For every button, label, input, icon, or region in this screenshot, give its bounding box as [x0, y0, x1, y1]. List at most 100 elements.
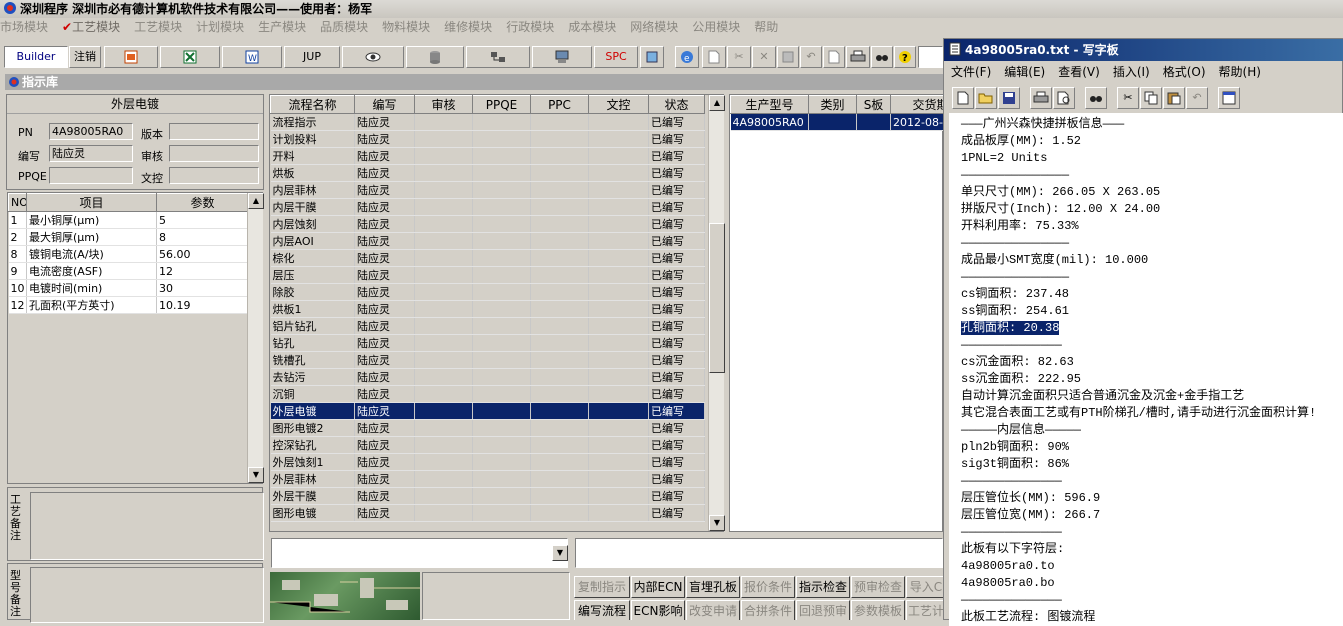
process-note-field[interactable]: [30, 492, 264, 560]
dropdown-arrow-icon[interactable]: ▼: [552, 545, 568, 561]
params-row[interactable]: 2 最大铜厚(μm) 8: [8, 228, 249, 246]
printer-icon[interactable]: [1030, 87, 1052, 109]
orders-header-cell[interactable]: S板: [856, 95, 891, 114]
notepad-menu-item[interactable]: 插入(I): [1113, 65, 1150, 79]
flow-row[interactable]: 内层菲林 陆应灵 已编写: [270, 181, 705, 199]
flow-header-cell[interactable]: 状态: [648, 95, 705, 114]
action-button[interactable]: 内部ECN: [631, 576, 685, 598]
copy-icon[interactable]: [1140, 87, 1162, 109]
orders-header-cell[interactable]: 生产型号: [730, 95, 809, 114]
notepad-menu-item[interactable]: 文件(F): [951, 65, 991, 79]
save-icon[interactable]: [777, 46, 799, 68]
logout-button[interactable]: 注销: [69, 46, 101, 68]
cut-icon[interactable]: ✂: [727, 46, 751, 68]
menu-item-12[interactable]: 帮助: [754, 18, 778, 37]
flow-row[interactable]: 沉铜 陆应灵 已编写: [270, 385, 705, 403]
binoculars-icon[interactable]: [1085, 87, 1107, 109]
flow-row[interactable]: 内层AOI 陆应灵 已编写: [270, 232, 705, 250]
action-button[interactable]: 预审检查: [851, 576, 905, 598]
menu-item-8[interactable]: 行政模块: [506, 18, 554, 37]
model-note-field[interactable]: [30, 567, 264, 623]
menu-item-11[interactable]: 公用模块: [692, 18, 740, 37]
flow-row[interactable]: 内层蚀刻 陆应灵 已编写: [270, 215, 705, 233]
eye-icon[interactable]: [342, 46, 404, 68]
review-field[interactable]: [169, 145, 259, 162]
action-button[interactable]: 报价条件: [741, 576, 795, 598]
help-icon[interactable]: ?: [894, 46, 916, 68]
notepad-menu-item[interactable]: 查看(V): [1058, 65, 1100, 79]
action-button[interactable]: 指示检查: [796, 576, 850, 598]
menu-item-1[interactable]: ✔ 工艺模块: [62, 18, 120, 37]
action-button[interactable]: 复制指示: [574, 576, 630, 598]
flow-row[interactable]: 图形电镀 陆应灵 已编写: [270, 504, 705, 522]
params-header-value[interactable]: 参数: [156, 193, 249, 212]
computer-icon[interactable]: [532, 46, 592, 68]
print-preview-icon[interactable]: [1053, 87, 1075, 109]
notepad-document[interactable]: ———广州兴森快捷拼板信息——— 成品板厚(MM): 1.52 1PNL=2 Uni…: [949, 113, 1343, 626]
flow-row[interactable]: 除胶 陆应灵 已编写: [270, 283, 705, 301]
filter-field[interactable]: [575, 538, 943, 568]
toolbar-field[interactable]: [918, 46, 943, 68]
tool-icon[interactable]: [640, 46, 664, 68]
jup-button[interactable]: JUP: [284, 46, 340, 68]
action-button[interactable]: 导入C: [906, 576, 943, 598]
undo-arrow-icon[interactable]: ↶: [1186, 87, 1208, 109]
flow-row[interactable]: 计划投料 陆应灵 已编写: [270, 130, 705, 148]
flow-row[interactable]: 控深钻孔 陆应灵 已编写: [270, 436, 705, 454]
params-row[interactable]: 12 孔面积(平方英寸) 10.19: [8, 296, 249, 314]
params-header-item[interactable]: 项目: [26, 193, 157, 212]
menu-item-0[interactable]: 市场模块: [0, 18, 48, 37]
flow-header-cell[interactable]: 审核: [414, 95, 473, 114]
database-icon[interactable]: [406, 46, 464, 68]
notepad-menu-item[interactable]: 帮助(H): [1219, 65, 1261, 79]
flow-row[interactable]: 外层菲林 陆应灵 已编写: [270, 470, 705, 488]
version-field[interactable]: [169, 123, 259, 140]
save-disk-icon[interactable]: [998, 87, 1020, 109]
orders-header-cell[interactable]: 类别: [808, 95, 857, 114]
flow-row[interactable]: 层压 陆应灵 已编写: [270, 266, 705, 284]
excel-icon[interactable]: [160, 46, 220, 68]
action-button[interactable]: 编写流程: [574, 600, 630, 620]
flow-header-cell[interactable]: 文控: [588, 95, 649, 114]
notepad-menu-item[interactable]: 格式(O): [1163, 65, 1206, 79]
undo-icon[interactable]: ↶: [800, 46, 822, 68]
doc-control-field[interactable]: [169, 167, 259, 184]
flow-row[interactable]: 外层蚀刻1 陆应灵 已编写: [270, 453, 705, 471]
spc-button[interactable]: SPC: [594, 46, 638, 68]
params-scrollbar[interactable]: ▲ ▼: [247, 193, 264, 483]
find-icon[interactable]: [871, 46, 893, 68]
action-button[interactable]: 参数模板: [851, 600, 905, 620]
scroll-down-icon[interactable]: ▼: [709, 515, 725, 531]
action-button[interactable]: 改变申请: [686, 600, 740, 620]
author-field[interactable]: 陆应灵: [49, 145, 133, 162]
flow-scroll-thumb[interactable]: [709, 223, 725, 373]
scroll-up-icon[interactable]: ▲: [248, 193, 264, 209]
preview-icon[interactable]: [823, 46, 845, 68]
word-icon[interactable]: W: [222, 46, 282, 68]
open-folder-icon[interactable]: [975, 87, 997, 109]
flow-row[interactable]: 铝片钻孔 陆应灵 已编写: [270, 317, 705, 335]
flow-scrollbar[interactable]: ▲ ▼: [708, 95, 725, 531]
ppt-icon[interactable]: [104, 46, 158, 68]
print-icon[interactable]: [846, 46, 870, 68]
action-button[interactable]: 工艺计: [906, 600, 943, 620]
menu-item-6[interactable]: 物料模块: [382, 18, 430, 37]
ie-icon[interactable]: e: [675, 46, 699, 68]
params-row[interactable]: 9 电流密度(ASF) 12: [8, 262, 249, 280]
new-doc-icon[interactable]: [702, 46, 726, 68]
flow-row[interactable]: 钻孔 陆应灵 已编写: [270, 334, 705, 352]
menu-item-2[interactable]: 工艺模块: [134, 18, 182, 37]
menu-item-3[interactable]: 计划模块: [196, 18, 244, 37]
params-row[interactable]: 10 电镀时间(min) 30: [8, 279, 249, 297]
ppqe-field[interactable]: [49, 167, 133, 184]
menu-item-7[interactable]: 维修模块: [444, 18, 492, 37]
new-file-icon[interactable]: [952, 87, 974, 109]
flow-row[interactable]: 铣槽孔 陆应灵 已编写: [270, 351, 705, 369]
scroll-up-icon[interactable]: ▲: [709, 95, 725, 111]
flow-row[interactable]: 图形电镀2 陆应灵 已编写: [270, 419, 705, 437]
notepad-menu-item[interactable]: 编辑(E): [1004, 65, 1045, 79]
menu-item-9[interactable]: 成本模块: [568, 18, 616, 37]
params-header-no[interactable]: NO: [8, 193, 27, 212]
flow-dropdown[interactable]: ▼: [271, 538, 568, 568]
action-button[interactable]: 合拼条件: [741, 600, 795, 620]
